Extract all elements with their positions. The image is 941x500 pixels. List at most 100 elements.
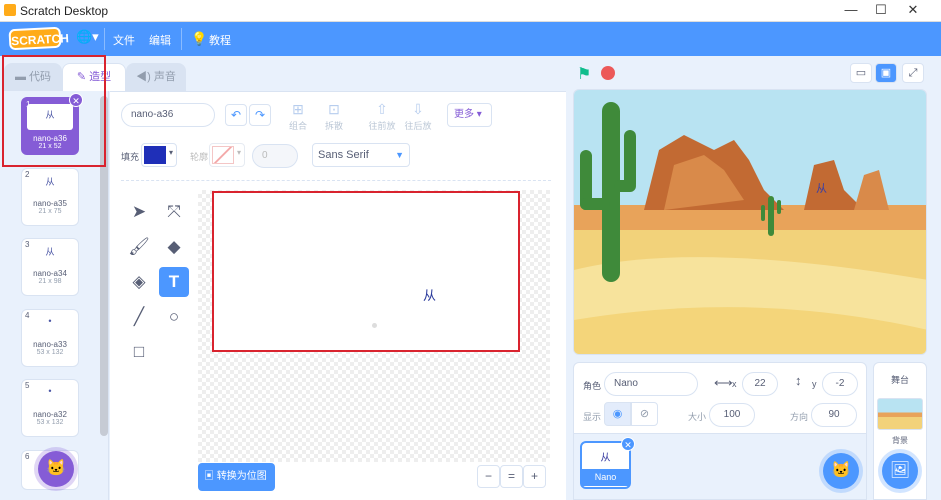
outline-color-picker[interactable]: ▾ bbox=[209, 143, 245, 167]
file-menu[interactable]: 文件 bbox=[113, 32, 135, 48]
undo-icon[interactable]: ↶ bbox=[225, 104, 247, 126]
ungroup-button[interactable]: ⊡ 拆散 bbox=[320, 101, 348, 132]
costume-item[interactable]: 4 • nano-a33 53 x 132 bbox=[21, 309, 79, 367]
tab-sounds[interactable]: ◀) 声音 bbox=[126, 63, 186, 91]
lightbulb-icon: 💡 bbox=[191, 31, 208, 46]
y-label: y bbox=[812, 379, 817, 389]
close-window-button[interactable]: ✕ bbox=[898, 2, 928, 18]
eraser-tool[interactable]: ◆ bbox=[159, 232, 189, 262]
forward-button[interactable]: ⇧ 往前放 bbox=[366, 101, 398, 132]
font-select[interactable]: Sans Serif ▼ bbox=[312, 143, 410, 167]
redo-icon[interactable]: ↷ bbox=[249, 104, 271, 126]
costume-thumbnail: • bbox=[48, 316, 52, 326]
costume-thumbnail: 从 bbox=[45, 247, 55, 257]
paint-bucket-icon: ◈ bbox=[132, 272, 146, 291]
text-tool[interactable]: T bbox=[159, 267, 189, 297]
stop-icon[interactable] bbox=[601, 66, 615, 80]
select-tool[interactable]: ➤ bbox=[124, 197, 154, 227]
choose-backdrop-button[interactable]: 🖼 bbox=[882, 453, 918, 489]
minimize-button[interactable]: — bbox=[836, 2, 866, 17]
forward-icon: ⇧ bbox=[376, 101, 388, 117]
green-flag-icon[interactable]: ⚑ bbox=[577, 64, 591, 84]
show-label: 显示 bbox=[583, 412, 602, 422]
highlight-box-canvas bbox=[212, 191, 520, 352]
group-icon: ⊞ bbox=[292, 101, 304, 117]
fill-color-picker[interactable]: ▾ bbox=[141, 143, 177, 167]
zoom-out-button[interactable]: − bbox=[477, 465, 500, 488]
costume-name-input[interactable]: nano-a36 bbox=[121, 103, 215, 127]
zoom-in-button[interactable]: + bbox=[523, 465, 546, 488]
show-visible-button[interactable]: ◉ bbox=[604, 402, 631, 426]
costume-item[interactable]: 3 从 nano-a34 21 x 98 bbox=[21, 238, 79, 296]
title-bar: Scratch Desktop — ☐ ✕ bbox=[0, 0, 941, 22]
fill-swatch bbox=[144, 146, 166, 164]
maximize-button[interactable]: ☐ bbox=[866, 2, 896, 18]
sprite-name-input[interactable]: Nano bbox=[604, 372, 698, 396]
menu-divider bbox=[181, 28, 182, 50]
tab-sounds-label: 声音 bbox=[153, 71, 176, 83]
small-stage-icon: ▭ bbox=[855, 67, 867, 79]
large-stage-icon: ▣ bbox=[880, 67, 892, 79]
more-menu[interactable]: 更多 ▾ bbox=[447, 103, 492, 127]
group-label: 组合 bbox=[288, 121, 307, 131]
costume-number: 3 bbox=[25, 240, 30, 249]
size-label: 大小 bbox=[688, 412, 707, 422]
convert-to-bitmap-button[interactable]: ▣ 转换为位图 bbox=[198, 463, 275, 491]
costume-number: 4 bbox=[25, 311, 30, 320]
x-input[interactable]: 22 bbox=[742, 372, 778, 396]
chevron-down-icon: ▼ bbox=[395, 150, 404, 160]
desert-backdrop bbox=[574, 90, 926, 354]
costume-number: 5 bbox=[25, 381, 30, 390]
reshape-tool[interactable]: ⤧ bbox=[159, 197, 189, 227]
backdrop-label: 背景 bbox=[892, 436, 908, 445]
costume-size: 53 x 132 bbox=[36, 349, 64, 356]
fill-label: 填充 bbox=[121, 152, 140, 162]
group-button[interactable]: ⊞ 组合 bbox=[284, 101, 312, 132]
costume-name: nano-a33 bbox=[33, 340, 67, 349]
direction-input[interactable]: 90 bbox=[811, 403, 857, 427]
show-hidden-button[interactable]: ⊘ bbox=[631, 402, 658, 426]
rectangle-tool[interactable]: □ bbox=[124, 337, 154, 367]
costume-item[interactable]: 2 从 nano-a35 21 x 75 bbox=[21, 168, 79, 226]
canvas-text[interactable]: 从 bbox=[423, 285, 436, 304]
tutorials-menu[interactable]: 教程 bbox=[209, 32, 231, 48]
brush-icon: 🖌 bbox=[128, 237, 150, 256]
fill-tool[interactable]: ◈ bbox=[124, 267, 154, 297]
costume-number: 2 bbox=[25, 170, 30, 179]
outline-width-input[interactable]: 0 bbox=[252, 144, 298, 168]
line-tool[interactable]: ╱ bbox=[124, 302, 154, 332]
ungroup-label: 拆散 bbox=[324, 121, 343, 131]
backward-button[interactable]: ⇩ 往后放 bbox=[402, 101, 434, 132]
large-stage-button[interactable]: ▣ bbox=[875, 63, 897, 83]
stage[interactable]: 从 bbox=[573, 89, 927, 355]
line-icon: ╱ bbox=[133, 307, 145, 326]
fullscreen-button[interactable]: ⤢ bbox=[902, 63, 924, 83]
sprite-tile[interactable]: ✕ 从 Nano bbox=[580, 437, 635, 489]
delete-sprite-icon[interactable]: ✕ bbox=[621, 437, 635, 451]
app-icon bbox=[4, 4, 16, 16]
eraser-icon: ◆ bbox=[167, 237, 181, 256]
choose-costume-button[interactable]: 🐱 bbox=[38, 451, 74, 487]
language-menu[interactable]: 🌐▾ bbox=[76, 29, 99, 45]
image-icon: ▣ bbox=[204, 471, 217, 482]
costume-size: 21 x 75 bbox=[38, 208, 62, 215]
brush-tool[interactable]: 🖌 bbox=[124, 232, 154, 262]
circle-tool[interactable]: ○ bbox=[159, 302, 189, 332]
outline-label: 轮廓 bbox=[190, 152, 209, 162]
sprite-info-panel: 角色 Nano ⟷ x 22 ↕ y -2 显示 ◉ ⊘ 大小 100 方向 9… bbox=[573, 362, 867, 434]
scratch-logo[interactable]: SCRATCH bbox=[8, 26, 69, 51]
sprite-on-stage[interactable]: 从 bbox=[816, 180, 827, 196]
outline-swatch bbox=[212, 146, 234, 164]
menu-divider bbox=[104, 28, 105, 50]
chevron-down-icon: ▾ bbox=[169, 148, 174, 157]
eye-slash-icon: ⊘ bbox=[639, 408, 650, 420]
zoom-reset-button[interactable]: = bbox=[500, 465, 523, 488]
small-stage-button[interactable]: ▭ bbox=[850, 63, 872, 83]
y-input[interactable]: -2 bbox=[822, 372, 858, 396]
choose-sprite-button[interactable]: 🐱 bbox=[823, 453, 859, 489]
backward-icon: ⇩ bbox=[412, 101, 424, 117]
size-input[interactable]: 100 bbox=[709, 403, 755, 427]
horizontal-arrows-icon: ⟷ bbox=[714, 375, 733, 390]
edit-menu[interactable]: 编辑 bbox=[149, 32, 171, 48]
costume-item[interactable]: 5 • nano-a32 53 x 132 bbox=[21, 379, 79, 437]
